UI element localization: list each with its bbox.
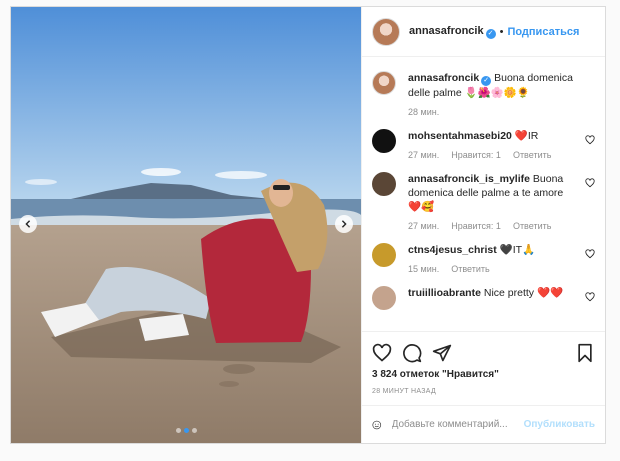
- comment-username[interactable]: annasafroncik_is_mylife: [408, 173, 530, 185]
- post-actions: 3 824 отметок "Нравится" 28 минут назад: [362, 331, 605, 395]
- comment-like-heart-icon[interactable]: [585, 135, 595, 145]
- author-avatar[interactable]: [372, 17, 400, 46]
- comment-icon[interactable]: [402, 343, 422, 363]
- post-sidebar: annasafroncik ✓ • Подписаться annasafronc…: [361, 7, 605, 443]
- follow-button[interactable]: Подписаться: [507, 26, 579, 38]
- comment-time[interactable]: 15 мин.: [408, 264, 439, 274]
- emoji-icon[interactable]: [372, 416, 382, 434]
- caption-username[interactable]: annasafroncik: [408, 72, 479, 84]
- likes-count[interactable]: 3 824 отметок "Нравится": [372, 369, 595, 380]
- comment-item: mohsentahmasebi20 ❤️IR 27 мин. Нравится:…: [372, 129, 595, 160]
- post-photo[interactable]: [11, 7, 361, 443]
- comment-text: truiillioabrante Nice pretty ❤️❤️: [408, 286, 573, 300]
- author-username-text[interactable]: annasafroncik: [409, 25, 484, 37]
- reply-button[interactable]: Ответить: [451, 264, 489, 274]
- beach-photo: [11, 7, 361, 443]
- post-timestamp[interactable]: 28 минут назад: [372, 388, 595, 395]
- comment-time[interactable]: 27 мин.: [408, 150, 439, 160]
- comment-input[interactable]: [391, 419, 524, 430]
- reply-button[interactable]: Ответить: [513, 150, 551, 160]
- previous-photo-button[interactable]: [19, 215, 37, 233]
- comments-list[interactable]: annasafroncik ✓ Buona domenica delle palm…: [362, 57, 605, 331]
- reply-button[interactable]: Ответить: [513, 221, 551, 231]
- comment-body: ❤️IR: [511, 130, 539, 142]
- comment-username[interactable]: truiillioabrante: [408, 287, 481, 299]
- chevron-left-icon: [25, 220, 31, 228]
- comment-body: 🖤IT🙏: [496, 244, 536, 256]
- bookmark-icon[interactable]: [575, 343, 595, 363]
- caption-text: annasafroncik ✓ Buona domenica delle palm…: [408, 71, 573, 100]
- comment-username[interactable]: mohsentahmasebi20: [408, 130, 512, 142]
- author-username[interactable]: annasafroncik ✓: [409, 25, 496, 39]
- comment-like-heart-icon[interactable]: [585, 178, 595, 188]
- header-separator: •: [499, 25, 504, 38]
- comment-time[interactable]: 27 мин.: [408, 221, 439, 231]
- commenter-avatar[interactable]: [372, 172, 396, 196]
- comment-item: truiillioabrante Nice pretty ❤️❤️: [372, 286, 595, 310]
- carousel-indicator: [11, 428, 361, 433]
- comment-text: annasafroncik_is_mylife Buona domenica d…: [408, 172, 573, 214]
- instagram-post: annasafroncik ✓ • Подписаться annasafronc…: [10, 6, 606, 444]
- carousel-dot: [175, 428, 181, 433]
- post-header: annasafroncik ✓ • Подписаться: [362, 7, 605, 57]
- carousel-dot-active: [183, 428, 189, 433]
- comment-item: annasafroncik_is_mylife Buona domenica d…: [372, 172, 595, 231]
- caption: annasafroncik ✓ Buona domenica delle palm…: [372, 71, 595, 117]
- add-comment-bar: Опубликовать: [362, 405, 605, 443]
- comment-username[interactable]: ctns4jesus_christ: [408, 244, 497, 256]
- comment-like-heart-icon[interactable]: [585, 249, 595, 259]
- commenter-avatar[interactable]: [372, 129, 396, 153]
- caption-avatar[interactable]: [372, 71, 396, 95]
- next-photo-button[interactable]: [335, 215, 353, 233]
- carousel-dot: [191, 428, 197, 433]
- commenter-avatar[interactable]: [372, 286, 396, 310]
- chevron-right-icon: [341, 220, 347, 228]
- verified-icon: ✓: [485, 28, 496, 39]
- caption-time[interactable]: 28 мин.: [408, 107, 439, 117]
- publish-button[interactable]: Опубликовать: [524, 419, 595, 430]
- comment-like-count[interactable]: Нравится: 1: [451, 221, 501, 231]
- comment-like-count[interactable]: Нравится: 1: [451, 150, 501, 160]
- comment-item: ctns4jesus_christ 🖤IT🙏 15 мин. Ответить: [372, 243, 595, 274]
- share-icon[interactable]: [432, 343, 452, 363]
- comment-body: Nice pretty ❤️❤️: [480, 287, 564, 299]
- verified-icon: ✓: [481, 76, 492, 86]
- heart-icon[interactable]: [372, 343, 392, 363]
- commenter-avatar[interactable]: [372, 243, 396, 267]
- comment-like-heart-icon[interactable]: [585, 292, 595, 302]
- comment-text: mohsentahmasebi20 ❤️IR: [408, 129, 573, 143]
- comment-text: ctns4jesus_christ 🖤IT🙏: [408, 243, 573, 257]
